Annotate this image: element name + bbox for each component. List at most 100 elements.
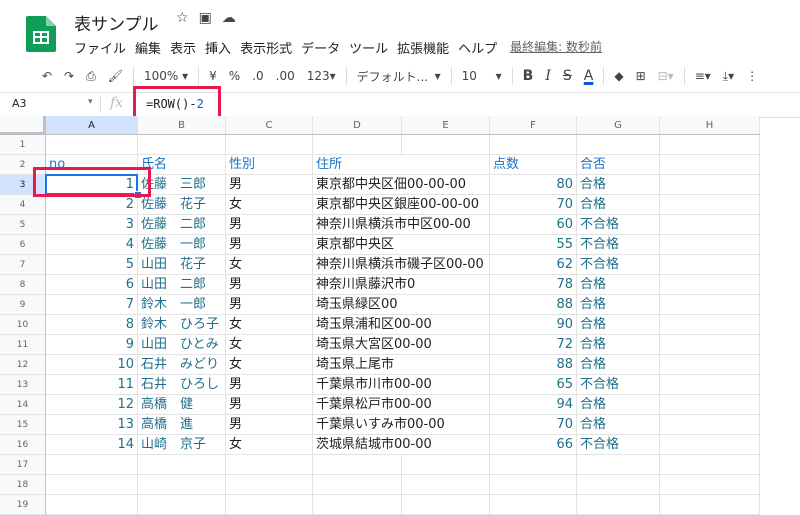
header-cell-address[interactable]: 住所: [313, 155, 402, 175]
cell-score[interactable]: 88: [490, 295, 577, 315]
select-all-corner[interactable]: [0, 116, 46, 135]
cell-address[interactable]: 神奈川県横浜市中区00-00: [313, 215, 471, 235]
row-header-12[interactable]: 12: [0, 355, 46, 375]
cell[interactable]: [138, 495, 226, 515]
cell-score[interactable]: 94: [490, 395, 577, 415]
cell[interactable]: [660, 135, 760, 155]
cell[interactable]: [660, 495, 760, 515]
menu-view[interactable]: 表示: [170, 38, 196, 57]
row-header-11[interactable]: 11: [0, 335, 46, 355]
cell[interactable]: [660, 455, 760, 475]
cell-result[interactable]: 合格: [577, 335, 660, 355]
cell-no[interactable]: 9: [46, 335, 138, 355]
cell-no[interactable]: 10: [46, 355, 138, 375]
cell[interactable]: [313, 495, 402, 515]
cell-address[interactable]: 埼玉県大宮区00-00: [313, 335, 432, 355]
menu-insert[interactable]: 挿入: [205, 38, 231, 57]
cell[interactable]: [402, 315, 490, 335]
number-format-select[interactable]: 123 ▾: [301, 64, 342, 88]
cell-result[interactable]: 不合格: [577, 255, 660, 275]
cell[interactable]: [402, 155, 490, 175]
cell[interactable]: [313, 475, 402, 495]
cell-no[interactable]: 12: [46, 395, 138, 415]
cell-gender[interactable]: 男: [226, 395, 313, 415]
cell[interactable]: [660, 155, 760, 175]
menu-help[interactable]: ヘルプ: [458, 38, 497, 57]
cell[interactable]: [660, 475, 760, 495]
cell[interactable]: [313, 135, 402, 155]
cell-address[interactable]: 神奈川県藤沢市0: [313, 275, 415, 295]
percent-button[interactable]: %: [223, 64, 246, 88]
cell-result[interactable]: 不合格: [577, 215, 660, 235]
row-header-7[interactable]: 7: [0, 255, 46, 275]
row-header-17[interactable]: 17: [0, 455, 46, 475]
cell[interactable]: [490, 475, 577, 495]
currency-button[interactable]: ¥: [203, 64, 223, 88]
cell[interactable]: [402, 195, 490, 215]
cell-result[interactable]: 合格: [577, 395, 660, 415]
cell-gender[interactable]: 男: [226, 175, 313, 195]
cell-no[interactable]: 3: [46, 215, 138, 235]
cell[interactable]: [490, 495, 577, 515]
cell-score[interactable]: 66: [490, 435, 577, 455]
cell[interactable]: [138, 475, 226, 495]
cell-score[interactable]: 70: [490, 195, 577, 215]
cell-gender[interactable]: 女: [226, 355, 313, 375]
row-header-14[interactable]: 14: [0, 395, 46, 415]
cell-score[interactable]: 65: [490, 375, 577, 395]
cell[interactable]: [490, 135, 577, 155]
cell-name[interactable]: 佐藤 二郎: [138, 215, 226, 235]
cell-result[interactable]: 不合格: [577, 235, 660, 255]
cell-gender[interactable]: 女: [226, 335, 313, 355]
row-header-8[interactable]: 8: [0, 275, 46, 295]
cell[interactable]: [402, 355, 490, 375]
cell[interactable]: [402, 255, 490, 275]
cell-score[interactable]: 70: [490, 415, 577, 435]
cell[interactable]: [46, 495, 138, 515]
formula-input[interactable]: =ROW()-2: [146, 97, 204, 111]
cell-gender[interactable]: 女: [226, 435, 313, 455]
name-box-chevron-down-icon[interactable]: ▾: [88, 97, 93, 107]
cell[interactable]: [402, 235, 490, 255]
menu-file[interactable]: ファイル: [74, 38, 126, 57]
cell-address[interactable]: 千葉県松戸市00-00: [313, 395, 432, 415]
cell-result[interactable]: 合格: [577, 315, 660, 335]
row-header-16[interactable]: 16: [0, 435, 46, 455]
fill-handle[interactable]: [134, 191, 142, 199]
cell[interactable]: [402, 215, 490, 235]
header-cell-name[interactable]: 氏名: [138, 155, 226, 175]
cell[interactable]: [660, 175, 760, 195]
cell-name[interactable]: 鈴木 一郎: [138, 295, 226, 315]
cell[interactable]: [402, 435, 490, 455]
cell-result[interactable]: 合格: [577, 295, 660, 315]
cell-address[interactable]: 千葉県いすみ市00-00: [313, 415, 445, 435]
cell-no[interactable]: 1: [46, 175, 138, 195]
cell[interactable]: [46, 135, 138, 155]
undo-icon[interactable]: ↶: [36, 64, 58, 88]
cell[interactable]: [402, 475, 490, 495]
cell-no[interactable]: 4: [46, 235, 138, 255]
cell-name[interactable]: 石井 みどり: [138, 355, 226, 375]
cell-name[interactable]: 山田 ひとみ: [138, 335, 226, 355]
cell-address[interactable]: 千葉県市川市00-00: [313, 375, 432, 395]
cell[interactable]: [402, 295, 490, 315]
cell[interactable]: [402, 455, 490, 475]
cell-no[interactable]: 2: [46, 195, 138, 215]
row-header-3[interactable]: 3: [0, 175, 46, 195]
cell-result[interactable]: 合格: [577, 175, 660, 195]
cell-no[interactable]: 13: [46, 415, 138, 435]
cell[interactable]: [226, 455, 313, 475]
cell-score[interactable]: 90: [490, 315, 577, 335]
zoom-select[interactable]: 100% ▾: [138, 64, 194, 88]
cell[interactable]: [402, 415, 490, 435]
cell-score[interactable]: 80: [490, 175, 577, 195]
font-size-select[interactable]: 10 ▾: [456, 64, 508, 88]
fill-color-icon[interactable]: ◆: [608, 64, 629, 88]
row-header-10[interactable]: 10: [0, 315, 46, 335]
cell[interactable]: [402, 335, 490, 355]
cell[interactable]: [402, 275, 490, 295]
cell-name[interactable]: 佐藤 三郎: [138, 175, 226, 195]
cell[interactable]: [660, 355, 760, 375]
cell[interactable]: [226, 495, 313, 515]
column-header-d[interactable]: D: [313, 116, 402, 135]
